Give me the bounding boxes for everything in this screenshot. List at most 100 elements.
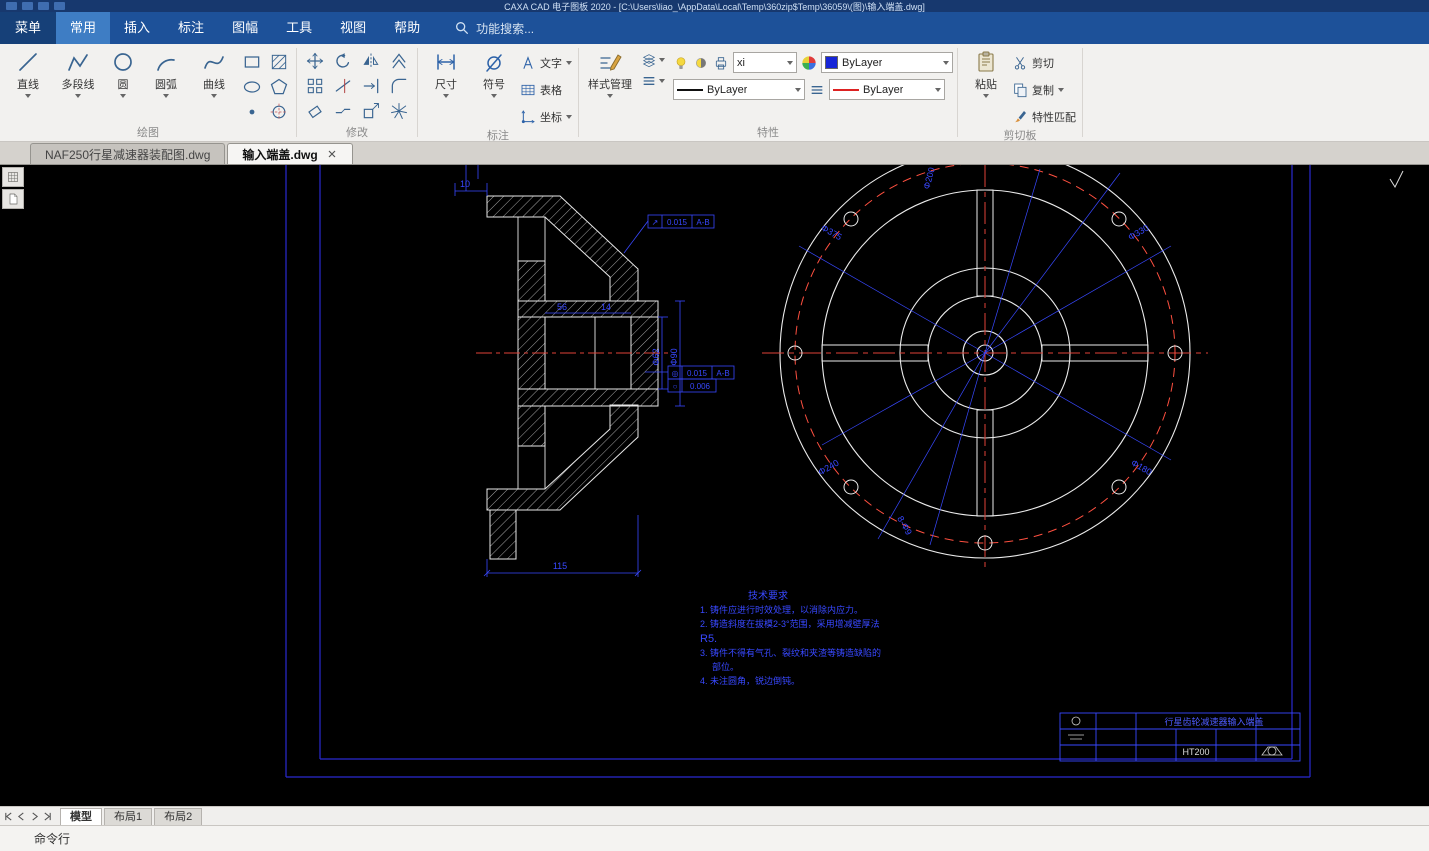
lineweight-swatch <box>833 88 859 91</box>
symbol-button[interactable]: 符号 <box>470 45 518 98</box>
linetype-swatch <box>677 88 703 91</box>
explode-icon <box>389 101 409 121</box>
fcf-symbol: ↗ <box>652 218 659 227</box>
offset-button[interactable] <box>385 48 413 73</box>
tech-line: 4. 未注圆角，锐边倒钝。 <box>700 675 800 686</box>
ribbon-group-annotate: 尺寸 符号 文字 表格 坐标 标注 <box>418 44 578 142</box>
rectangle-icon <box>242 52 262 72</box>
arc-button[interactable]: 圆弧 <box>142 45 190 98</box>
line-icon <box>16 50 40 74</box>
style-manager-icon <box>598 50 622 74</box>
next-tab-button[interactable] <box>30 811 39 821</box>
ellipse-icon <box>242 77 262 97</box>
tab-tools[interactable]: 工具 <box>272 12 326 44</box>
explode-button[interactable] <box>385 98 413 123</box>
ellipse-button[interactable] <box>238 74 265 99</box>
dimension-button[interactable]: 尺寸 <box>422 45 470 98</box>
fillet-button[interactable] <box>385 73 413 98</box>
line-button[interactable]: 直线 <box>4 45 52 98</box>
center-circle-button[interactable] <box>265 99 292 124</box>
dim-label: Φ62 <box>651 348 661 365</box>
hatch-button[interactable] <box>265 49 292 74</box>
doc-tab-assembly[interactable]: NAF250行星减速器装配图.dwg <box>30 143 226 164</box>
grid-toggle-button[interactable] <box>2 167 24 187</box>
text-button[interactable]: 文字 <box>520 51 572 75</box>
mirror-button[interactable] <box>357 48 385 73</box>
rotate-button[interactable] <box>329 48 357 73</box>
layer-tools-button[interactable] <box>639 51 667 69</box>
linetype-tools-button[interactable] <box>639 72 667 90</box>
close-icon[interactable] <box>326 148 338 160</box>
dim-label: Φ330 <box>1126 223 1150 243</box>
tab-annotate[interactable]: 标注 <box>164 12 218 44</box>
linetype-combo[interactable]: ByLayer <box>673 79 805 100</box>
document-tab-bar: NAF250行星减速器装配图.dwg 输入端盖.dwg <box>0 142 1429 165</box>
drawing-canvas[interactable]: 10 56 14 115 Φ62 Φ90 ↗ 0.015 A-B ◎ 0.015… <box>0 165 1429 806</box>
layer-plot-icon[interactable] <box>713 55 729 71</box>
lines-icon <box>641 73 657 89</box>
layout-tab-bar: 模型 布局1 布局2 <box>0 806 1429 825</box>
table-icon <box>520 82 536 98</box>
tab-view[interactable]: 视图 <box>326 12 380 44</box>
layout2-tab[interactable]: 布局2 <box>154 807 203 825</box>
technical-requirements: 技术要求 1. 铸件应进行时效处理，以消除内应力。 2. 铸造斜度在拔模2-3°… <box>700 589 881 686</box>
sheet-toggle-button[interactable] <box>2 189 24 209</box>
fcf-symbol: ○ <box>673 382 678 391</box>
style-manager-button[interactable]: 样式管理 <box>583 45 637 98</box>
offset-icon <box>389 51 409 71</box>
menu-button[interactable]: 菜单 <box>0 12 57 44</box>
last-tab-button[interactable] <box>43 811 52 821</box>
point-button[interactable] <box>238 99 265 124</box>
lineweight-icon[interactable] <box>809 82 825 98</box>
layout1-tab[interactable]: 布局1 <box>104 807 153 825</box>
tab-help[interactable]: 帮助 <box>380 12 434 44</box>
circle-icon <box>111 50 135 74</box>
copy-button[interactable]: 复制 <box>1012 78 1076 102</box>
color-wheel-icon[interactable] <box>801 55 817 71</box>
polygon-button[interactable] <box>265 74 292 99</box>
layer-combo[interactable]: xi <box>733 52 797 73</box>
coordinate-button[interactable]: 坐标 <box>520 105 572 129</box>
polyline-button[interactable]: 多段线 <box>52 45 104 98</box>
hatch-icon <box>269 52 289 72</box>
dim-label: 56 <box>557 302 567 312</box>
array-button[interactable] <box>301 73 329 98</box>
point-icon <box>242 102 262 122</box>
doc-tab-end-cover[interactable]: 输入端盖.dwg <box>227 143 353 164</box>
tab-insert[interactable]: 插入 <box>110 12 164 44</box>
circle-button[interactable]: 圆 <box>104 45 142 98</box>
lineweight-combo[interactable]: ByLayer <box>829 79 945 100</box>
front-view: Φ330 Φ375 Φ240 Φ180 8-Φ9 Φ200 <box>762 165 1404 569</box>
tab-sheet[interactable]: 图幅 <box>218 12 272 44</box>
layer-freeze-icon[interactable] <box>693 55 709 71</box>
model-tab[interactable]: 模型 <box>60 807 102 825</box>
spline-button[interactable]: 曲线 <box>190 45 238 98</box>
scale-button[interactable] <box>357 98 385 123</box>
layer-on-icon[interactable] <box>673 55 689 71</box>
extend-icon <box>361 76 381 96</box>
cut-button[interactable]: 剪切 <box>1012 51 1076 75</box>
tab-home[interactable]: 常用 <box>56 12 111 44</box>
extend-button[interactable] <box>357 73 385 98</box>
trim-button[interactable] <box>329 73 357 98</box>
break-button[interactable] <box>329 98 357 123</box>
function-search[interactable]: 功能搜索... <box>454 12 534 44</box>
rectangle-button[interactable] <box>238 49 265 74</box>
search-icon <box>454 20 470 36</box>
match-brush-icon <box>1012 109 1028 125</box>
side-mini-panel <box>2 167 24 209</box>
first-tab-button[interactable] <box>4 811 13 821</box>
paste-button[interactable]: 粘贴 <box>962 45 1010 98</box>
table-button[interactable]: 表格 <box>520 78 572 102</box>
prev-tab-button[interactable] <box>17 811 26 821</box>
group-label-modify: 修改 <box>346 127 368 139</box>
match-properties-button[interactable]: 特性匹配 <box>1012 105 1076 129</box>
color-combo[interactable]: ByLayer <box>821 52 953 73</box>
move-icon <box>305 51 325 71</box>
command-line[interactable]: 命令行 <box>0 825 1429 851</box>
sheet-icon <box>7 193 19 205</box>
erase-button[interactable] <box>301 98 329 123</box>
symbol-icon <box>482 50 506 74</box>
mirror-icon <box>361 51 381 71</box>
move-button[interactable] <box>301 48 329 73</box>
